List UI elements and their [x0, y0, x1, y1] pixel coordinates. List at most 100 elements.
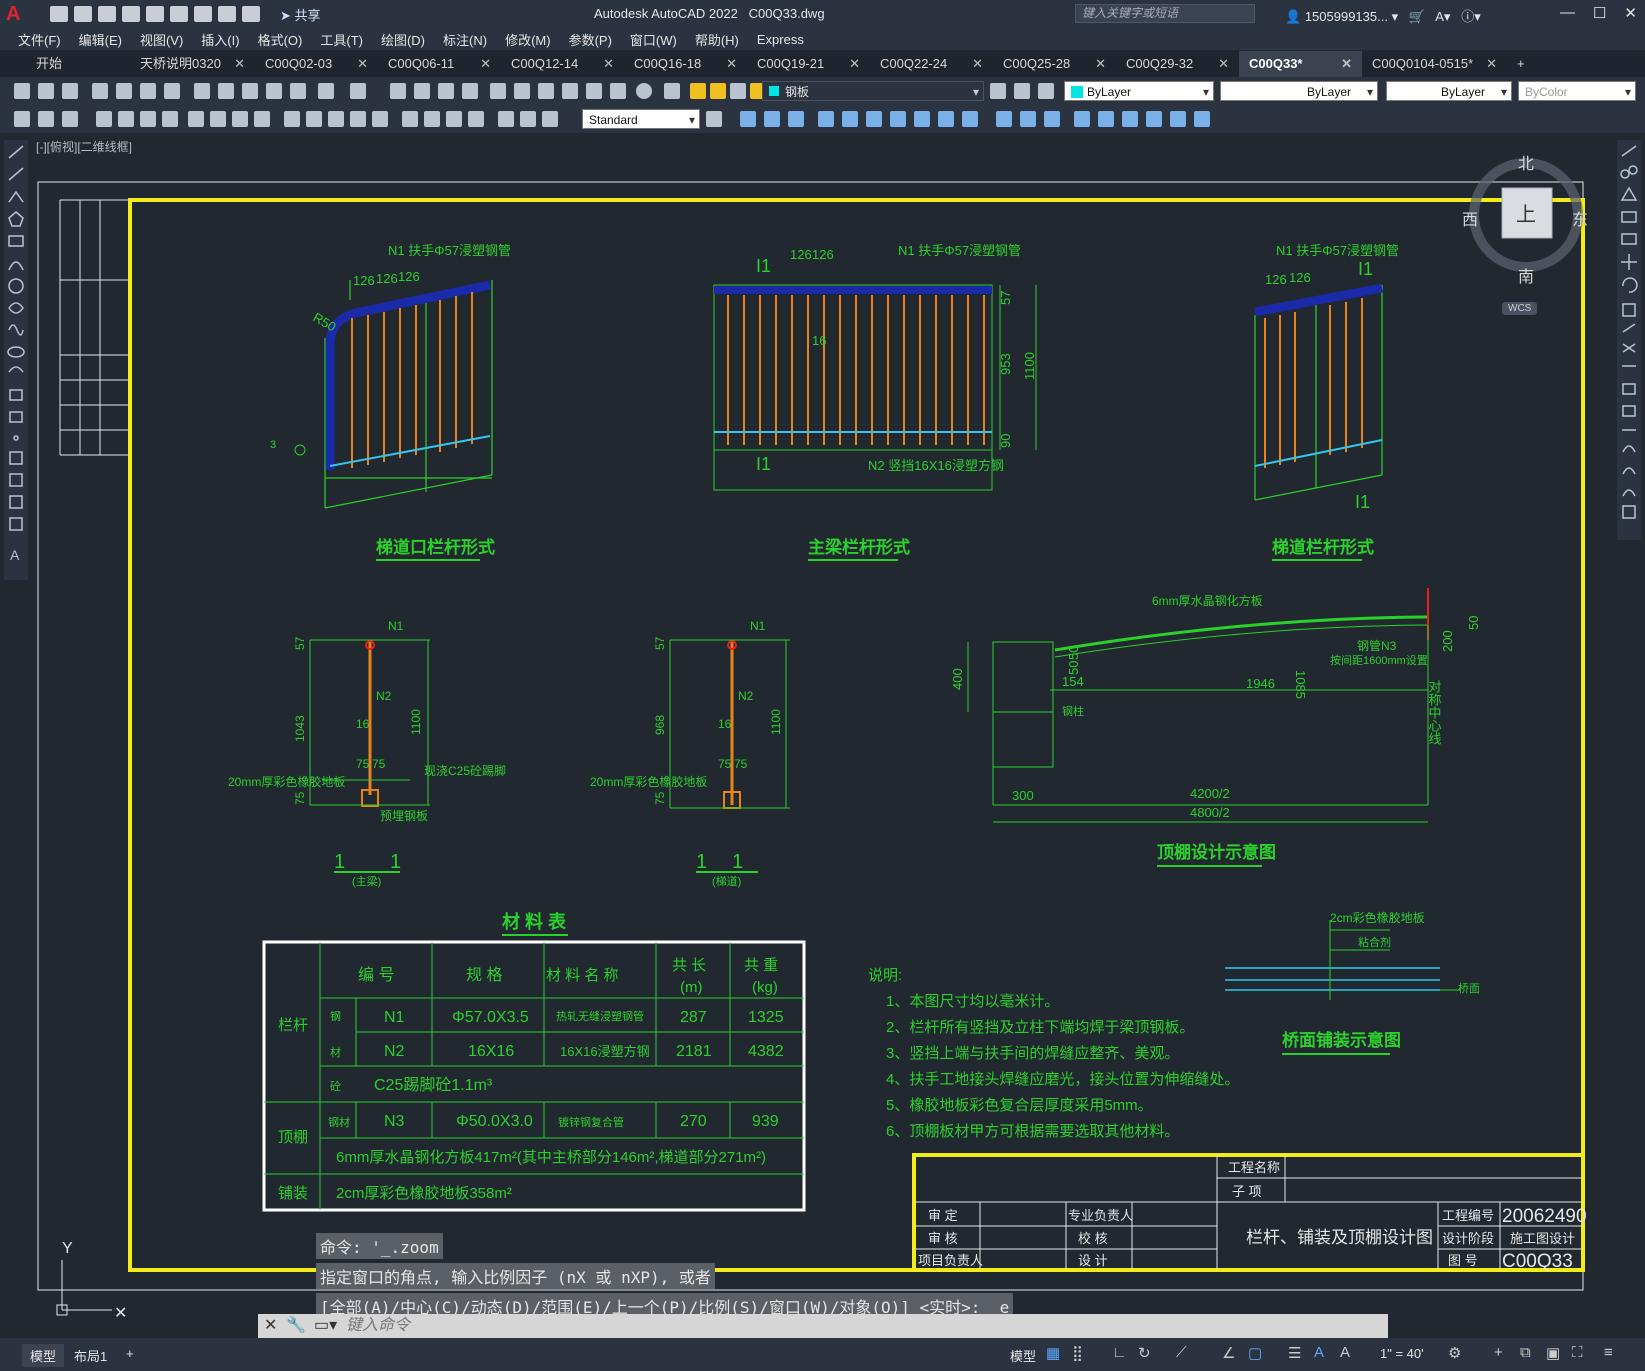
- viewcube-west[interactable]: 西: [1462, 206, 1478, 230]
- linetype-dropdown[interactable]: ByLayer ▾: [1220, 81, 1378, 101]
- linear-dim-icon[interactable]: [96, 111, 112, 127]
- recent-commands-icon[interactable]: ▭▾: [314, 1314, 337, 1338]
- layer-dropdown[interactable]: 钢板 ▾: [762, 81, 984, 101]
- color-dropdown[interactable]: ByLayer ▾: [1064, 81, 1214, 101]
- layer-properties-icon[interactable]: [664, 83, 680, 99]
- tab-layout1[interactable]: 布局1: [74, 1346, 107, 1365]
- redo-icon[interactable]: [350, 83, 366, 99]
- tool-palette-icon[interactable]: [538, 83, 554, 99]
- viewport-controls[interactable]: [-][俯视][二维线框]: [36, 138, 132, 155]
- 3d-tool-icon[interactable]: [914, 111, 930, 127]
- user-account[interactable]: 👤 1505999135... ▾ 🛒 A▾ ⓘ▾: [1285, 6, 1481, 25]
- save-web-icon[interactable]: [170, 6, 188, 22]
- tab-file[interactable]: 天桥说明0320 ✕: [130, 51, 255, 77]
- close-icon[interactable]: ✕: [972, 51, 983, 77]
- viewcube-south[interactable]: 南: [1518, 263, 1534, 287]
- maximize-icon[interactable]: ☐: [1593, 4, 1606, 22]
- menu-edit[interactable]: 编辑(E): [79, 30, 122, 49]
- 3d-tool-icon[interactable]: [938, 111, 954, 127]
- angular-dim-icon[interactable]: [254, 111, 270, 127]
- 3d-tool-icon[interactable]: [1194, 111, 1210, 127]
- close-icon[interactable]: ✕: [603, 51, 614, 77]
- 3d-tool-icon[interactable]: [764, 111, 780, 127]
- redo-icon[interactable]: [242, 6, 260, 22]
- menu-insert[interactable]: 插入(I): [201, 30, 239, 49]
- inspect-icon[interactable]: [446, 111, 462, 127]
- annotation-icon[interactable]: A: [1314, 1344, 1324, 1361]
- minimize-icon[interactable]: —: [1560, 4, 1575, 22]
- viewcube-east[interactable]: 东: [1572, 206, 1588, 230]
- continue-dim-icon[interactable]: [328, 111, 344, 127]
- 3d-tool-icon[interactable]: [962, 111, 978, 127]
- menu-format[interactable]: 格式(O): [258, 30, 303, 49]
- brush-icon[interactable]: [290, 83, 306, 99]
- 3d-tool-icon[interactable]: [1170, 111, 1186, 127]
- menu-help[interactable]: 帮助(H): [695, 30, 739, 49]
- model-space-toggle[interactable]: 模型: [1010, 1346, 1036, 1365]
- menu-tools[interactable]: 工具(T): [320, 30, 363, 49]
- polar-icon[interactable]: ↻: [1138, 1344, 1151, 1362]
- open-icon[interactable]: [38, 83, 54, 99]
- modify-icon[interactable]: [38, 111, 54, 127]
- 3d-tool-icon[interactable]: [740, 111, 756, 127]
- new-icon[interactable]: [14, 83, 30, 99]
- gear-icon[interactable]: ⚙: [1448, 1344, 1461, 1362]
- layer-state-icon[interactable]: [1038, 83, 1054, 99]
- 3d-tool-icon[interactable]: [1020, 111, 1036, 127]
- jogged-dim-icon[interactable]: [210, 111, 226, 127]
- menu-express[interactable]: Express: [757, 32, 804, 47]
- light-bulb-icon[interactable]: [690, 83, 706, 99]
- save-icon[interactable]: [62, 83, 78, 99]
- drawing-canvas[interactable]: N1 扶手Φ57浸塑钢管 126 126 126 R50 3 梯道口栏杆形式 1…: [0, 0, 1645, 1371]
- 3d-tool-icon[interactable]: [1122, 111, 1138, 127]
- update-dim-icon[interactable]: [542, 111, 558, 127]
- sun-icon[interactable]: [710, 83, 726, 99]
- close-icon[interactable]: ✕: [1095, 51, 1106, 77]
- 3d-tool-icon[interactable]: [866, 111, 882, 127]
- plus-icon[interactable]: +: [1494, 1344, 1503, 1361]
- zoom-previous-icon[interactable]: [462, 83, 478, 99]
- search-input[interactable]: 键入关键字或短语: [1075, 4, 1255, 23]
- osnap-icon[interactable]: ∠: [1222, 1344, 1235, 1362]
- dimstyle-icon[interactable]: [706, 111, 722, 127]
- tab-model[interactable]: 模型: [22, 1344, 65, 1367]
- 3d-tool-icon[interactable]: [788, 111, 804, 127]
- save-icon[interactable]: [98, 6, 116, 22]
- diameter-dim-icon[interactable]: [232, 111, 248, 127]
- tab-file[interactable]: C00Q29-32 ✕: [1116, 51, 1239, 77]
- zoom-window-icon[interactable]: [438, 83, 454, 99]
- close-icon[interactable]: ✕: [726, 51, 737, 77]
- ortho-icon[interactable]: ∟: [1112, 1344, 1127, 1361]
- tab-start[interactable]: 开始: [0, 51, 130, 77]
- viewcube-top[interactable]: 上: [1516, 198, 1536, 227]
- menu-file[interactable]: 文件(F): [18, 30, 61, 49]
- properties-icon[interactable]: [490, 83, 506, 99]
- sheet-set-icon[interactable]: [562, 83, 578, 99]
- plotstyle-dropdown[interactable]: ByColor ▾: [1518, 81, 1636, 101]
- snap-icon[interactable]: ⣿: [1072, 1344, 1083, 1362]
- close-icon[interactable]: ✕: [480, 51, 491, 77]
- isolate-icon[interactable]: ⧉: [1520, 1344, 1531, 1361]
- customize-icon[interactable]: 🔧: [286, 1314, 306, 1338]
- menu-view[interactable]: 视图(V): [140, 30, 183, 49]
- share-button[interactable]: ➤ 共享: [280, 5, 321, 24]
- viewport-freeze-icon[interactable]: [730, 83, 746, 99]
- 3d-tool-icon[interactable]: [890, 111, 906, 127]
- publish-icon[interactable]: [140, 83, 156, 99]
- open-icon[interactable]: [74, 6, 92, 22]
- dimstyle-dropdown[interactable]: Standard ▾: [582, 109, 700, 129]
- hardware-icon[interactable]: ▣: [1546, 1344, 1560, 1362]
- modify-tools-icons[interactable]: [1617, 140, 1641, 540]
- open-web-icon[interactable]: [146, 6, 164, 22]
- 3d-tool-icon[interactable]: [1074, 111, 1090, 127]
- undo-icon[interactable]: [318, 83, 334, 99]
- close-icon[interactable]: ✕: [234, 51, 245, 77]
- cut-icon[interactable]: [194, 83, 210, 99]
- close-icon[interactable]: ✕: [1486, 51, 1497, 77]
- ordinate-dim-icon[interactable]: [162, 111, 178, 127]
- pan-icon[interactable]: [390, 83, 406, 99]
- tab-file[interactable]: C00Q16-18 ✕: [624, 51, 747, 77]
- tab-file[interactable]: C00Q19-21 ✕: [747, 51, 870, 77]
- annotation-scale[interactable]: 1" = 40': [1380, 1346, 1424, 1361]
- modify-icon[interactable]: [14, 111, 30, 127]
